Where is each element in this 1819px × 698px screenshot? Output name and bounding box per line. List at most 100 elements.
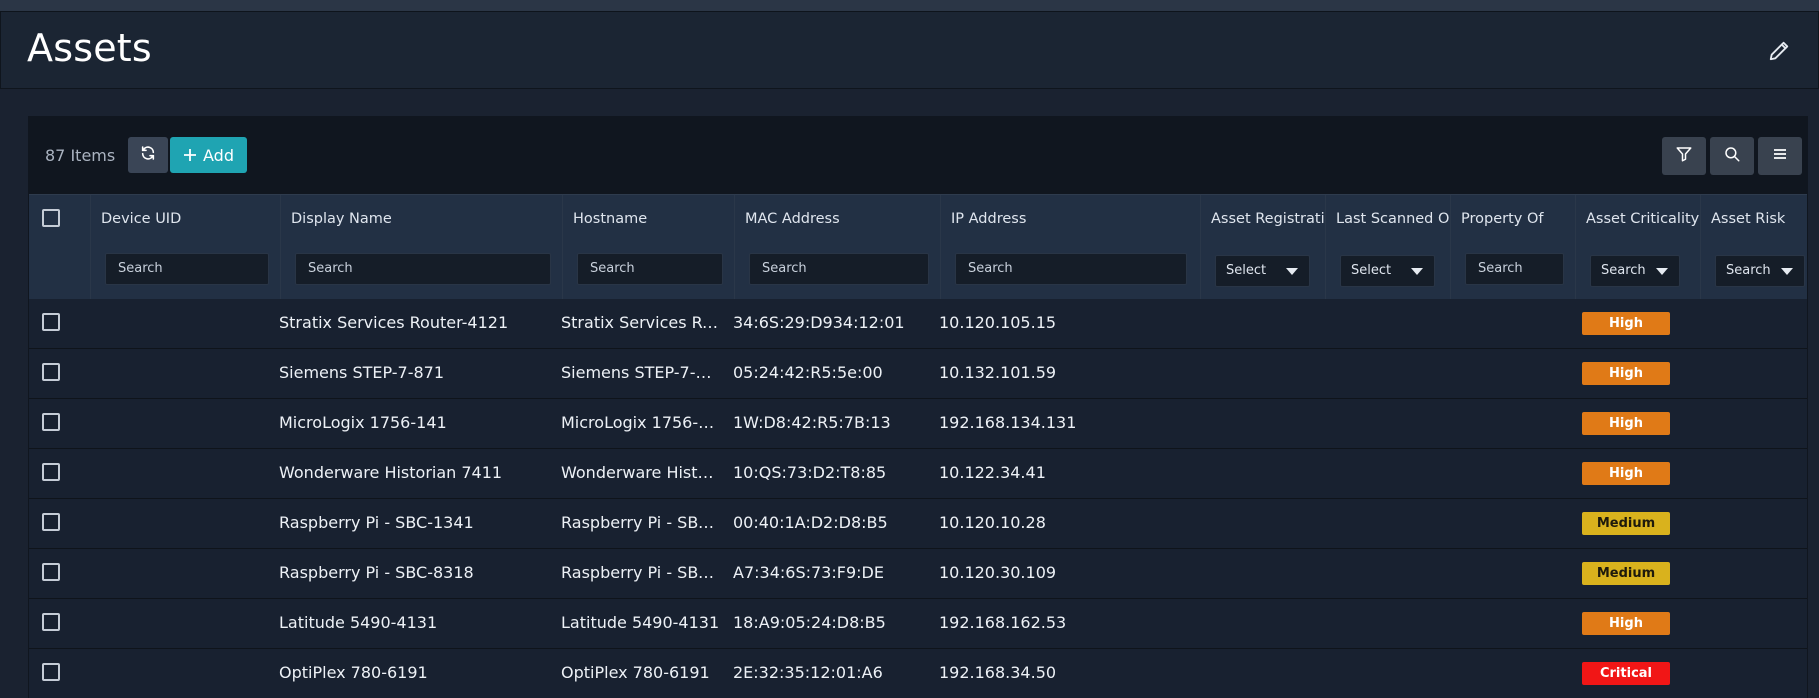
cell-hostname: Wonderware Historian 7411 (561, 463, 721, 482)
criticality-badge: High (1582, 462, 1670, 485)
header-display-name[interactable]: Display Name Search (281, 195, 563, 300)
cell-ip: 192.168.134.131 (939, 413, 1077, 432)
asset-registration-select[interactable]: Select (1215, 255, 1310, 287)
header-mac-address[interactable]: MAC Address Search (735, 195, 941, 300)
cell-mac: 18:A9:05:24:D8:B5 (733, 613, 886, 632)
ip-address-search-input[interactable]: Search (955, 253, 1187, 285)
header-label: MAC Address (745, 211, 840, 227)
cell-hostname: OptiPlex 780-6191 (561, 663, 710, 682)
select-all-checkbox[interactable] (42, 209, 60, 227)
caret-down-icon (1781, 268, 1793, 275)
row-checkbox[interactable] (42, 663, 60, 681)
refresh-icon (140, 145, 156, 165)
row-checkbox[interactable] (42, 513, 60, 531)
cell-display-name: OptiPlex 780-6191 (279, 663, 428, 682)
criticality-badge: High (1582, 412, 1670, 435)
table-row[interactable]: Raspberry Pi - SBC-8318 Raspberry Pi - SB… (29, 549, 1807, 599)
pencil-icon[interactable] (1768, 40, 1790, 62)
header-label: Hostname (573, 211, 648, 227)
device-uid-search-input[interactable]: Search (105, 253, 269, 285)
cell-hostname: MicroLogix 1756-141 (561, 413, 721, 432)
select-value: Select (1351, 263, 1392, 278)
header-label: Last Scanned On (1336, 211, 1451, 227)
cell-display-name: MicroLogix 1756-141 (279, 413, 447, 432)
caret-down-icon (1656, 268, 1668, 275)
criticality-badge: Critical (1582, 662, 1670, 685)
row-checkbox[interactable] (42, 613, 60, 631)
filter-button[interactable] (1662, 137, 1706, 175)
hostname-search-input[interactable]: Search (577, 253, 723, 285)
cell-mac: 34:6S:29:D934:12:01 (733, 313, 905, 332)
assets-panel: 87 Items Add Device UID Search Display N… (28, 116, 1808, 698)
header-label: Asset Criticality (1586, 211, 1700, 227)
row-checkbox[interactable] (42, 563, 60, 581)
cell-ip: 10.120.30.109 (939, 563, 1057, 582)
table-row[interactable]: Stratix Services Router-4121 Stratix Serv… (29, 299, 1807, 349)
refresh-button[interactable] (128, 137, 168, 173)
search-icon (1723, 145, 1741, 167)
cell-ip: 192.168.34.50 (939, 663, 1057, 682)
select-value: Search (1601, 263, 1646, 278)
header-label: Asset Registration (1211, 211, 1325, 227)
cell-hostname: Raspberry Pi - SBC-8318 (561, 563, 721, 582)
header-hostname[interactable]: Hostname Search (563, 195, 735, 300)
cell-mac: 00:40:1A:D2:D8:B5 (733, 513, 888, 532)
criticality-badge: High (1582, 312, 1670, 335)
plus-icon (183, 145, 197, 165)
row-checkbox[interactable] (42, 463, 60, 481)
header-asset-registration[interactable]: Asset Registration Select (1201, 195, 1326, 300)
cell-mac: 2E:32:35:12:01:A6 (733, 663, 883, 682)
table-row[interactable]: Raspberry Pi - SBC-1341 Raspberry Pi - SB… (29, 499, 1807, 549)
header-label: Property Of (1461, 211, 1544, 227)
criticality-badge: Medium (1582, 512, 1670, 535)
cell-hostname: Latitude 5490-4131 (561, 613, 720, 632)
cell-ip: 10.122.34.41 (939, 463, 1046, 482)
cell-display-name: Stratix Services Router-4121 (279, 313, 509, 332)
cell-hostname: Stratix Services Router-4121 (561, 313, 721, 332)
item-count-suffix: Items (70, 146, 116, 165)
mac-address-search-input[interactable]: Search (749, 253, 929, 285)
grid-header: Device UID Search Display Name Search Ho… (29, 194, 1807, 300)
table-row[interactable]: OptiPlex 780-6191 OptiPlex 780-6191 2E:32:… (29, 649, 1807, 698)
select-value: Search (1726, 263, 1771, 278)
table-row[interactable]: Latitude 5490-4131 Latitude 5490-4131 18:A… (29, 599, 1807, 649)
header-last-scanned-on[interactable]: Last Scanned On Select (1326, 195, 1451, 300)
cell-ip: 10.132.101.59 (939, 363, 1057, 382)
cell-ip: 10.120.105.15 (939, 313, 1057, 332)
filter-icon (1675, 145, 1693, 167)
cell-mac: 1W:D8:42:R5:7B:13 (733, 413, 891, 432)
header-ip-address[interactable]: IP Address Search (941, 195, 1201, 300)
criticality-badge: Medium (1582, 562, 1670, 585)
add-button[interactable]: Add (170, 137, 247, 173)
row-checkbox[interactable] (42, 413, 60, 431)
item-count: 87 Items (45, 146, 115, 165)
add-button-label: Add (203, 145, 234, 165)
cell-display-name: Latitude 5490-4131 (279, 613, 438, 632)
header-select-cell (29, 195, 91, 300)
row-checkbox[interactable] (42, 363, 60, 381)
menu-icon (1772, 146, 1788, 166)
table-row[interactable]: Siemens STEP-7-871 Siemens STEP-7-871 05:2… (29, 349, 1807, 399)
asset-risk-select[interactable]: Search (1715, 255, 1805, 287)
header-device-uid[interactable]: Device UID Search (91, 195, 281, 300)
cell-display-name: Raspberry Pi - SBC-1341 (279, 513, 474, 532)
header-asset-risk[interactable]: Asset Risk Search (1701, 195, 1807, 300)
header-property-of[interactable]: Property Of Search (1451, 195, 1576, 300)
asset-criticality-select[interactable]: Search (1590, 255, 1680, 287)
property-of-search-input[interactable]: Search (1465, 253, 1564, 285)
search-button[interactable] (1710, 137, 1754, 175)
menu-button[interactable] (1758, 137, 1802, 175)
header-asset-criticality[interactable]: Asset Criticality Search (1576, 195, 1701, 300)
cell-mac: 10:QS:73:D2:T8:85 (733, 463, 887, 482)
table-row[interactable]: Wonderware Historian 7411 Wonderware Hist… (29, 449, 1807, 499)
select-value: Select (1226, 263, 1267, 278)
header-label: Asset Risk (1711, 211, 1786, 227)
last-scanned-select[interactable]: Select (1340, 255, 1435, 287)
cell-hostname: Raspberry Pi - SBC-1341 (561, 513, 721, 532)
cell-mac: 05:24:42:R5:5e:00 (733, 363, 883, 382)
cell-mac: A7:34:6S:73:F9:DE (733, 563, 884, 582)
table-row[interactable]: MicroLogix 1756-141 MicroLogix 1756-141 1W… (29, 399, 1807, 449)
display-name-search-input[interactable]: Search (295, 253, 551, 285)
row-checkbox[interactable] (42, 313, 60, 331)
cell-display-name: Siemens STEP-7-871 (279, 363, 445, 382)
